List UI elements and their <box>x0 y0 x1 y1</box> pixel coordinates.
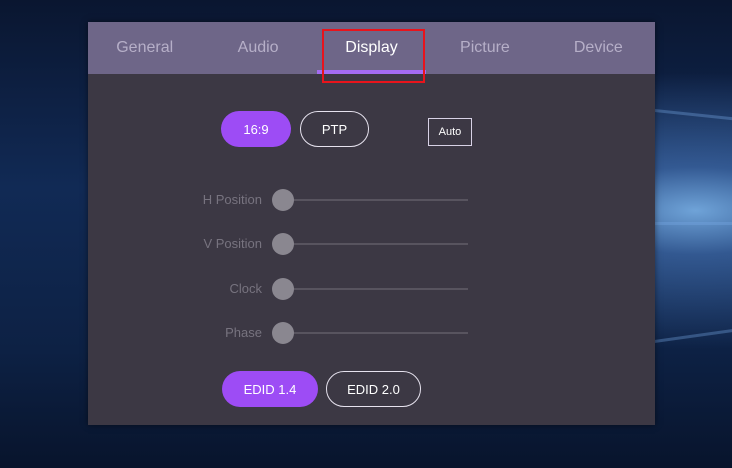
button-label: EDID 2.0 <box>347 381 400 397</box>
button-label: Auto <box>438 126 462 138</box>
slider-h-position: H Position <box>160 188 470 212</box>
slider-track[interactable] <box>284 332 468 334</box>
slider-thumb[interactable] <box>272 278 294 300</box>
tab-label: Audio <box>237 39 279 56</box>
slider-track[interactable] <box>284 288 468 290</box>
slider-label: Clock <box>229 281 262 296</box>
slider-thumb[interactable] <box>272 233 294 255</box>
edid-2-0-button[interactable]: EDID 2.0 <box>326 371 421 407</box>
tab-label: Picture <box>460 39 510 56</box>
button-label: 16:9 <box>243 121 269 137</box>
tab-general[interactable]: General <box>88 22 201 74</box>
slider-label: H Position <box>202 192 262 207</box>
slider-label: V Position <box>203 236 262 251</box>
button-label: EDID 1.4 <box>243 381 297 397</box>
tab-device[interactable]: Device <box>542 22 655 74</box>
annotation-highlight-box <box>322 29 425 83</box>
slider-thumb[interactable] <box>272 322 294 344</box>
slider-track[interactable] <box>284 243 468 245</box>
tab-label: General <box>116 39 174 56</box>
tab-audio[interactable]: Audio <box>201 22 314 74</box>
slider-thumb[interactable] <box>272 189 294 211</box>
slider-label: Phase <box>225 325 262 340</box>
tab-picture[interactable]: Picture <box>428 22 541 74</box>
slider-track[interactable] <box>284 199 468 201</box>
edid-1-4-button[interactable]: EDID 1.4 <box>222 371 318 407</box>
auto-adjust-button[interactable]: Auto <box>428 118 472 146</box>
tab-label: Device <box>573 39 623 56</box>
button-label: PTP <box>321 121 348 137</box>
slider-v-position: V Position <box>160 232 470 256</box>
slider-clock: Clock <box>160 277 470 301</box>
aspect-16-9-button[interactable]: 16:9 <box>221 111 291 147</box>
slider-phase: Phase <box>160 321 470 345</box>
aspect-ptp-button[interactable]: PTP <box>300 111 369 147</box>
